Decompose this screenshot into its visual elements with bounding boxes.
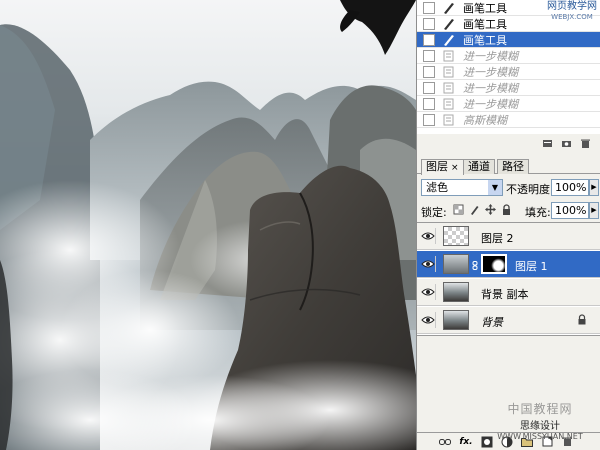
- tab-channels[interactable]: 通道: [463, 159, 495, 174]
- tab-layers[interactable]: 图层 ×: [421, 159, 464, 175]
- history-item-blur-3[interactable]: 进一步模糊: [417, 80, 600, 96]
- history-item-label: 画笔工具: [463, 1, 507, 15]
- opacity-input[interactable]: 100%: [551, 179, 589, 196]
- history-toolbar: [417, 134, 600, 152]
- fx-layer-style-icon[interactable]: fx.: [459, 436, 473, 448]
- lock-label: 锁定:: [421, 206, 447, 219]
- filter-icon: [441, 113, 457, 127]
- lock-position-move-icon[interactable]: [485, 204, 496, 216]
- history-snapshot-box[interactable]: [423, 81, 435, 94]
- history-item-blur-2[interactable]: 进一步模糊: [417, 64, 600, 80]
- layer-thumbnail: [443, 254, 469, 274]
- layer-mask-thumbnail[interactable]: [481, 254, 507, 274]
- right-panel: 画笔工具 画笔工具 画笔工具 进一步模糊 进一步模糊 进一步模糊 进一步模糊 高…: [416, 0, 600, 450]
- history-snapshot-box[interactable]: [423, 17, 435, 30]
- brush-icon: [441, 17, 457, 31]
- history-item-label: 画笔工具: [463, 33, 507, 47]
- lock-row: 锁定: 填充: 100% ▶: [417, 201, 600, 221]
- eye-visibility-icon[interactable]: [420, 228, 436, 244]
- tab-label: 路径: [502, 160, 524, 173]
- history-item-blur-1[interactable]: 进一步模糊: [417, 48, 600, 64]
- bottom-watermark: 中国教程网 思缘设计 WWW.MISSYUAN.NET: [485, 400, 595, 441]
- layers-list: 图层 2 图层 1 背景 副本 背景: [417, 222, 600, 336]
- tab-label: 通道: [468, 160, 490, 173]
- filter-icon: [441, 65, 457, 79]
- history-snapshot-box[interactable]: [423, 113, 435, 126]
- history-item-label: 进一步模糊: [463, 81, 518, 95]
- watermark-url: WEBJX.COM: [551, 13, 593, 21]
- history-snapshot-box[interactable]: [423, 33, 435, 46]
- site-watermark: 网页教学网 WEBJX.COM: [547, 2, 597, 22]
- landscape-image: [0, 0, 416, 450]
- close-icon[interactable]: ×: [451, 163, 459, 173]
- fill-label: 填充:: [525, 206, 551, 219]
- camera-snapshot-icon[interactable]: [561, 138, 572, 149]
- history-snapshot-box[interactable]: [423, 65, 435, 78]
- chain-link-icon[interactable]: [472, 260, 478, 270]
- blend-mode-select[interactable]: 滤色 ▼: [421, 179, 503, 196]
- layer-thumbnail-transparent: [443, 226, 469, 246]
- link-layers-icon[interactable]: [439, 436, 451, 448]
- layer-name: 背景: [481, 316, 503, 329]
- opacity-arrow-icon[interactable]: ▶: [589, 179, 599, 196]
- history-item-label: 高斯模糊: [463, 113, 507, 127]
- layer-name: 背景 副本: [481, 288, 529, 301]
- filter-icon: [441, 49, 457, 63]
- lock-pixels-brush-icon[interactable]: [469, 204, 480, 216]
- tab-paths[interactable]: 路径: [497, 159, 529, 174]
- history-item-gaussian-blur[interactable]: 高斯模糊: [417, 112, 600, 128]
- lock-all-padlock-icon[interactable]: [501, 204, 512, 216]
- blend-row: 滤色 ▼ 不透明度: 100% ▶: [417, 178, 600, 198]
- watermark-brand-secondary: 思缘设计: [520, 421, 560, 432]
- brush-icon: [441, 1, 457, 15]
- history-snapshot-box[interactable]: [423, 97, 435, 110]
- padlock-icon: [577, 314, 587, 325]
- blend-mode-value: 滤色: [426, 181, 448, 194]
- document-canvas[interactable]: [0, 0, 416, 450]
- filter-icon: [441, 97, 457, 111]
- opacity-label: 不透明度:: [506, 183, 554, 196]
- layer-thumbnail: [443, 282, 469, 302]
- layer-row-background[interactable]: 背景: [417, 307, 600, 334]
- watermark-url: WWW.MISSYUAN.NET: [497, 432, 583, 441]
- eye-visibility-icon[interactable]: [420, 256, 436, 272]
- fill-arrow-icon[interactable]: ▶: [589, 202, 599, 219]
- eye-visibility-icon[interactable]: [420, 284, 436, 300]
- watermark-brand: 中国教程网: [507, 402, 573, 416]
- filter-icon: [441, 81, 457, 95]
- lock-transparency-icon[interactable]: [453, 204, 464, 216]
- layer-row-background-copy[interactable]: 背景 副本: [417, 279, 600, 306]
- history-panel: 画笔工具 画笔工具 画笔工具 进一步模糊 进一步模糊 进一步模糊 进一步模糊 高…: [417, 0, 600, 152]
- history-snapshot-box[interactable]: [423, 1, 435, 14]
- history-snapshot-box[interactable]: [423, 49, 435, 62]
- layer-row-layer-2[interactable]: 图层 2: [417, 223, 600, 250]
- chevron-down-icon[interactable]: ▼: [488, 180, 502, 195]
- layer-name: 图层 1: [515, 260, 548, 273]
- history-item-brush-3[interactable]: 画笔工具: [417, 32, 600, 48]
- trash-icon[interactable]: [580, 138, 591, 149]
- history-item-blur-4[interactable]: 进一步模糊: [417, 96, 600, 112]
- history-item-label: 进一步模糊: [463, 97, 518, 111]
- history-item-label: 进一步模糊: [463, 65, 518, 79]
- eye-visibility-icon[interactable]: [420, 312, 436, 328]
- history-item-label: 画笔工具: [463, 17, 507, 31]
- fill-input[interactable]: 100%: [551, 202, 589, 219]
- layers-panel-tabs: 图层 × 通道 路径: [417, 158, 600, 175]
- layer-row-layer-1[interactable]: 图层 1: [417, 251, 600, 278]
- layer-name: 图层 2: [481, 232, 514, 245]
- new-document-from-state-icon[interactable]: [542, 138, 553, 149]
- brush-icon: [441, 33, 457, 47]
- layer-thumbnail: [443, 310, 469, 330]
- history-item-label: 进一步模糊: [463, 49, 518, 63]
- watermark-title: 网页教学网: [547, 1, 597, 12]
- tab-label: 图层: [426, 160, 448, 173]
